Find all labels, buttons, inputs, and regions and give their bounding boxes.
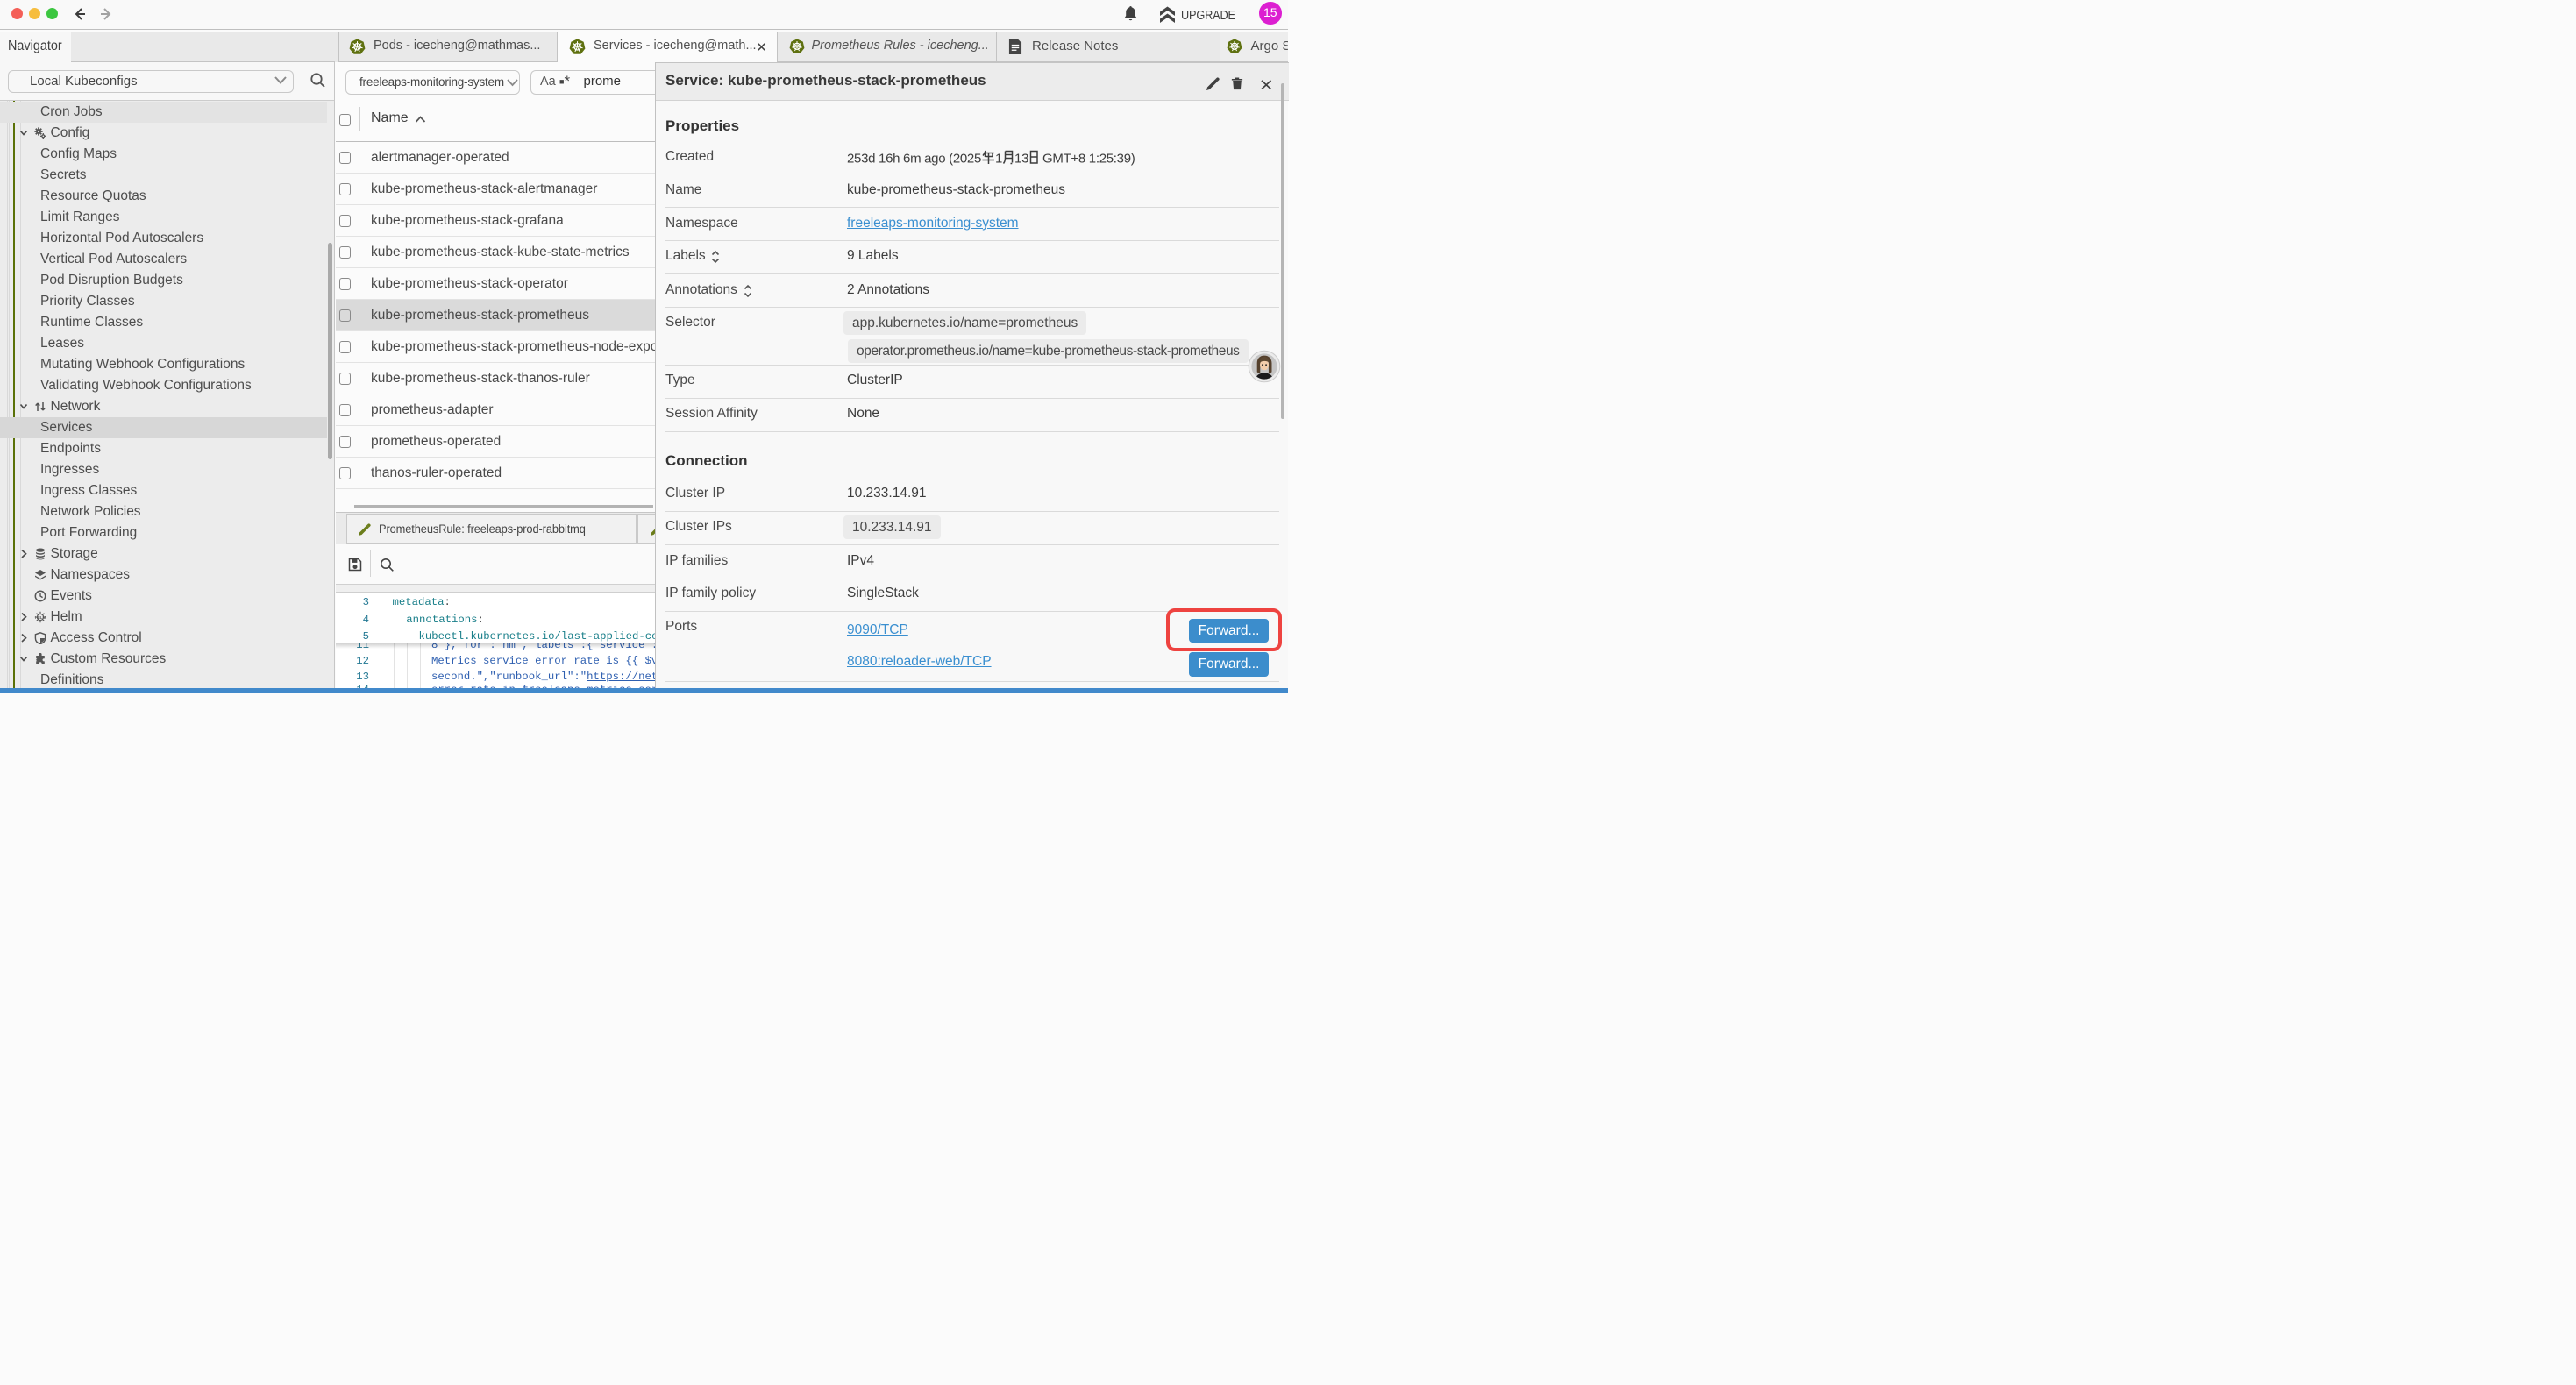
svg-text:HELM: HELM	[35, 615, 46, 620]
